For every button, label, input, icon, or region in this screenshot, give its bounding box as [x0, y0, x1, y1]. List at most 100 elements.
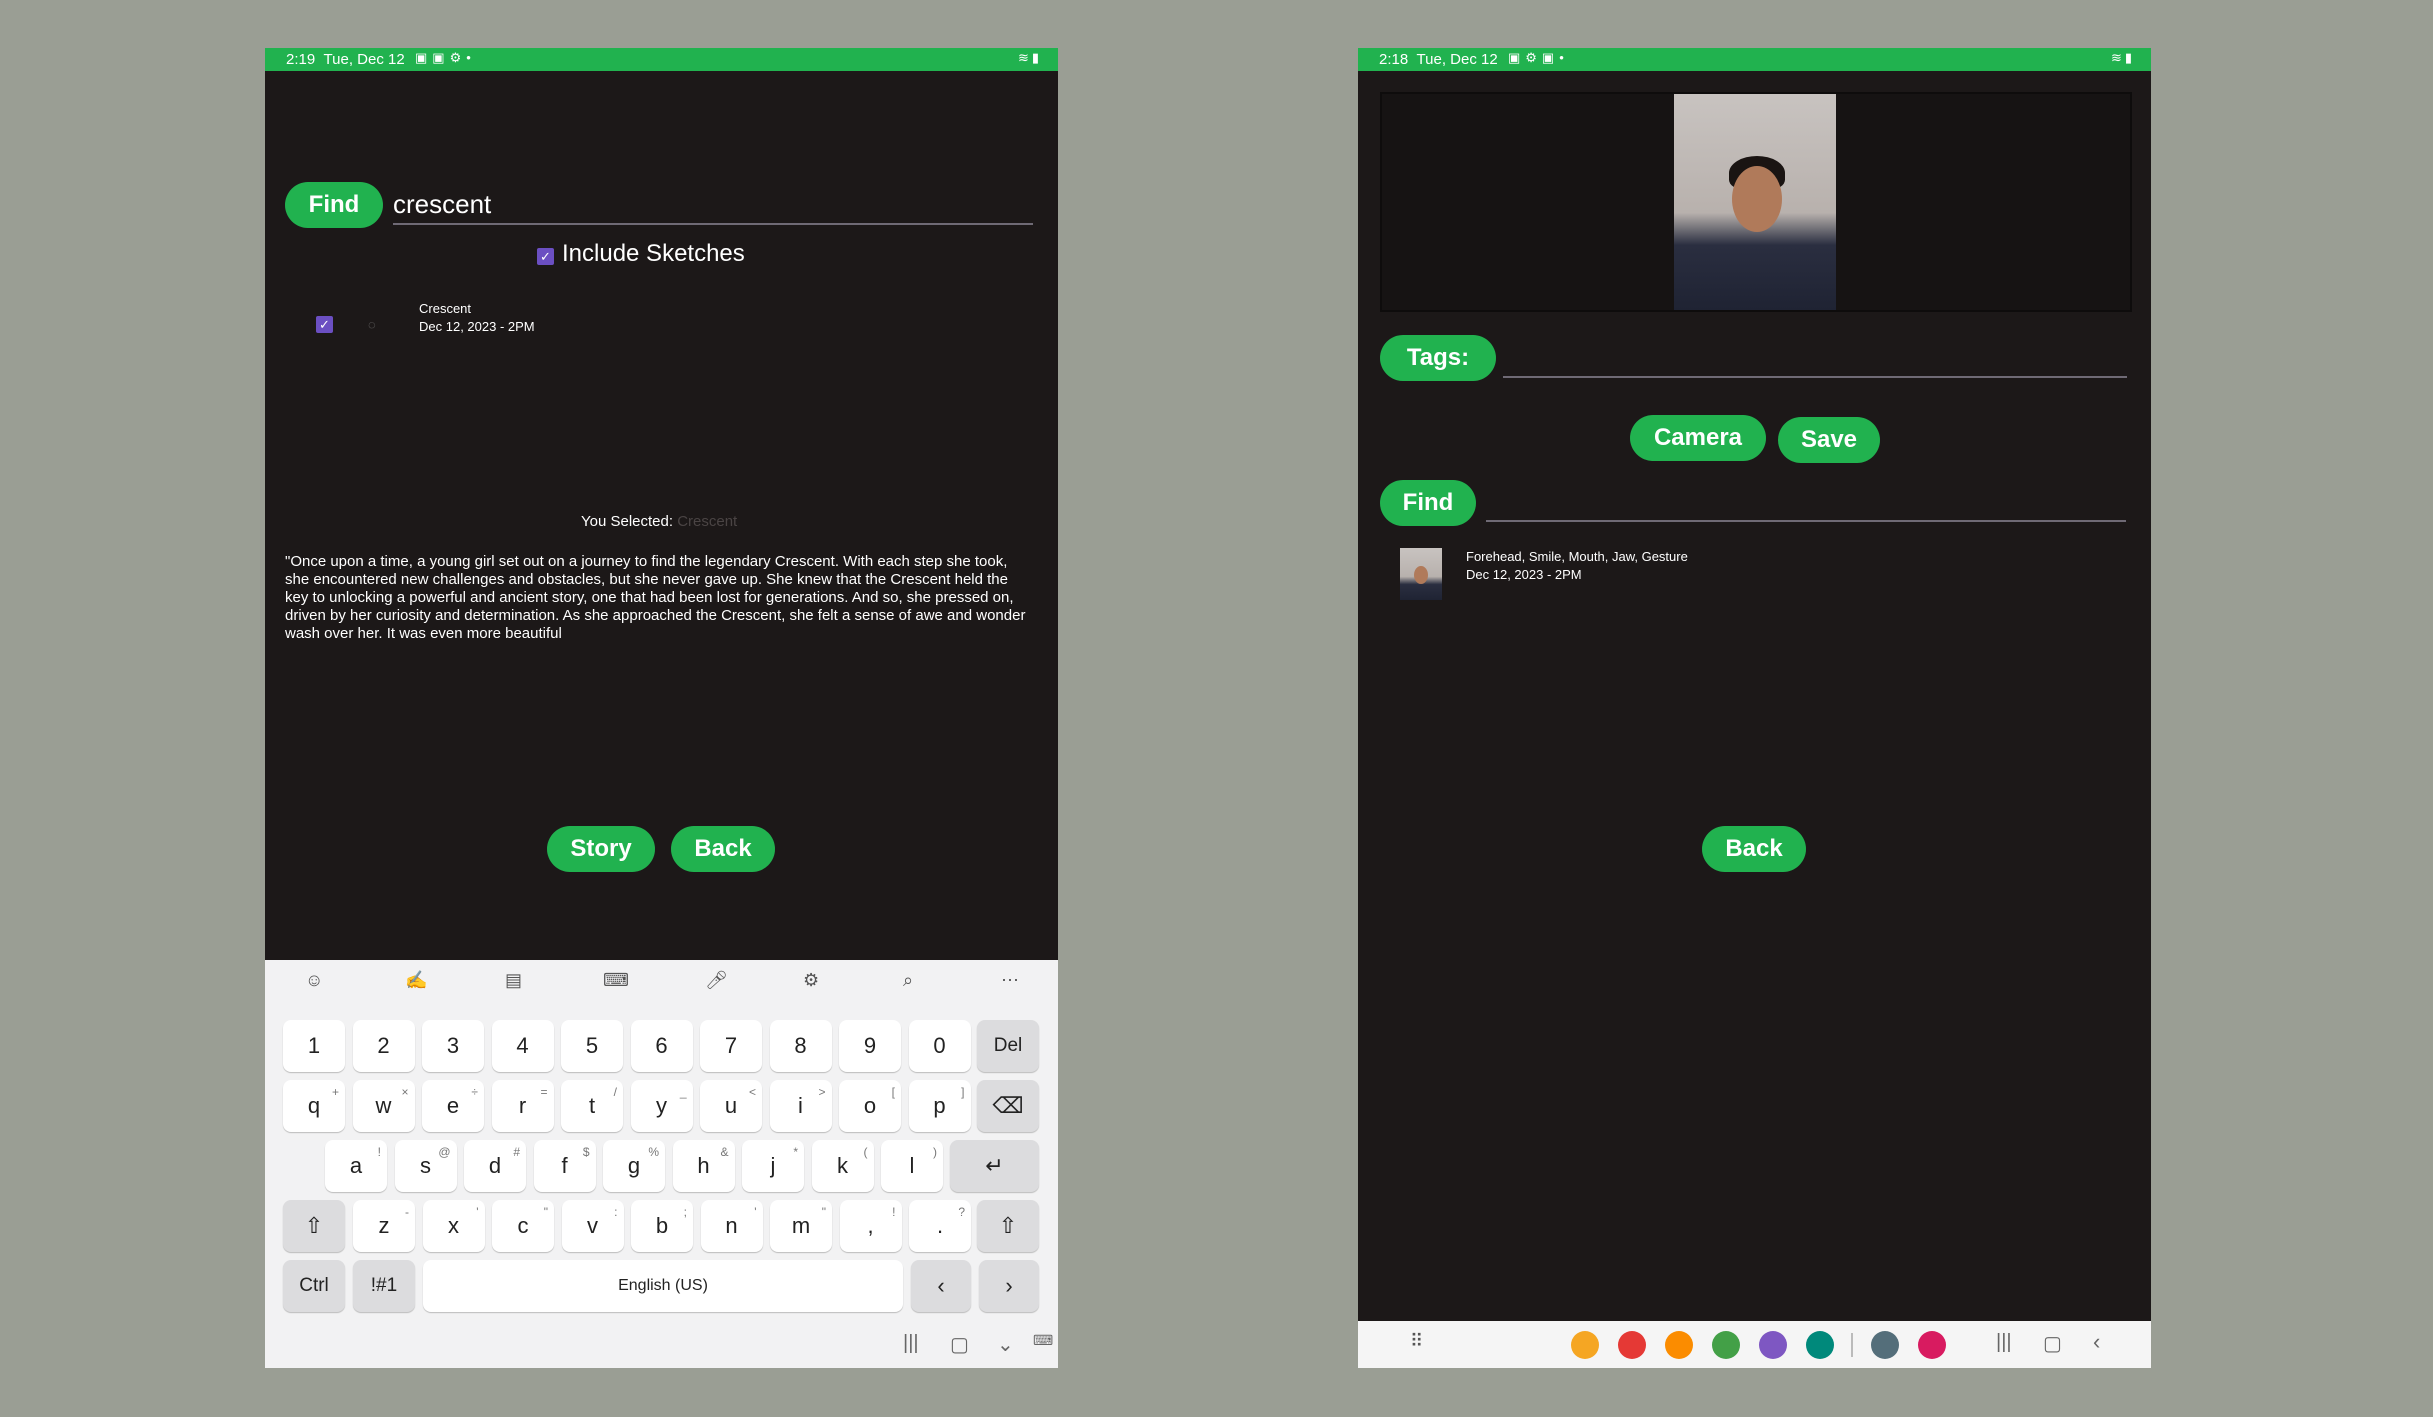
shift-right-key[interactable]: ⇧ — [977, 1200, 1039, 1252]
camera-button[interactable]: Camera — [1630, 415, 1766, 461]
key-e[interactable]: e ÷ — [422, 1080, 484, 1132]
result-thumbnail[interactable] — [1400, 548, 1442, 600]
shift-left-key[interactable]: ⇧ — [283, 1200, 345, 1252]
key-x[interactable]: x ' — [422, 1200, 485, 1252]
key-c[interactable]: c " — [492, 1200, 554, 1252]
key-k[interactable]: k( — [811, 1140, 874, 1192]
keyboard-switch-icon[interactable]: ⌨ — [1033, 1332, 1053, 1349]
result-title[interactable]: Crescent — [419, 300, 471, 318]
keyboard-layout-icon[interactable]: ⌨ — [603, 970, 629, 991]
key-i[interactable]: i > — [769, 1080, 832, 1132]
include-sketches-checkbox[interactable]: ✓ — [537, 248, 554, 265]
home-icon[interactable]: ▢ — [2043, 1331, 2062, 1356]
contacts-app-icon[interactable] — [1665, 1331, 1693, 1359]
key-p[interactable]: p] — [908, 1080, 971, 1132]
calendar-app-icon[interactable] — [1806, 1331, 1834, 1359]
key-secondary-label: - — [405, 1205, 409, 1219]
handwriting-icon[interactable]: ✍ — [405, 970, 427, 991]
key-1[interactable]: 1 — [283, 1020, 345, 1072]
key-8[interactable]: 8 — [769, 1020, 832, 1072]
key-a[interactable]: a! — [325, 1140, 387, 1192]
search-icon[interactable]: ⌕ — [903, 970, 913, 991]
key-secondary-label: [ — [891, 1085, 895, 1099]
space-key[interactable]: English (US) — [423, 1260, 903, 1312]
key-v[interactable]: v: — [561, 1200, 624, 1252]
key-d[interactable]: d # — [464, 1140, 526, 1192]
find-button[interactable]: Find — [1380, 480, 1476, 526]
result-date: Dec 12, 2023 - 2PM — [1466, 567, 1582, 582]
key-m[interactable]: m " — [770, 1200, 832, 1252]
wifi-battery-icon: ≋▮ — [1017, 50, 1042, 65]
ctrl-key[interactable]: Ctrl — [283, 1260, 345, 1312]
back-nav-icon[interactable]: ‹ — [2093, 1329, 2100, 1355]
key-period[interactable]: .? — [909, 1200, 971, 1252]
find-button[interactable]: Find — [285, 182, 383, 228]
key-secondary-label: @ — [438, 1145, 451, 1159]
more-icon[interactable]: ⋯ — [1001, 970, 1019, 991]
result-tags[interactable]: Forehead, Smile, Mouth, Jaw, Gesture — [1466, 548, 1688, 566]
home-icon[interactable]: ▢ — [950, 1332, 969, 1357]
key-2[interactable]: 2 — [352, 1020, 415, 1072]
captured-photo — [1674, 94, 1836, 310]
key-q[interactable]: q + — [283, 1080, 345, 1132]
key-f[interactable]: f $ — [533, 1140, 596, 1192]
story-button[interactable]: Story — [547, 826, 655, 872]
arrow-left-key[interactable]: ‹ — [911, 1260, 971, 1312]
key-w[interactable]: w × — [352, 1080, 415, 1132]
backspace-key[interactable]: ⌫ — [977, 1080, 1039, 1132]
emoji-icon[interactable]: ☺ — [305, 970, 323, 991]
status-bar: 2:18 Tue, Dec 12 ▣⚙▣• ≋▮ — [1358, 48, 2151, 71]
result-checkbox[interactable]: ✓ — [316, 316, 333, 333]
thumbnail-face — [1414, 566, 1428, 584]
key-g[interactable]: g% — [603, 1140, 665, 1192]
bixby-app-icon[interactable] — [1918, 1331, 1946, 1359]
key-b[interactable]: b; — [631, 1200, 693, 1252]
key-s[interactable]: s @ — [394, 1140, 457, 1192]
key-9[interactable]: 9 — [839, 1020, 901, 1072]
key-t[interactable]: t / — [561, 1080, 623, 1132]
key-h[interactable]: h & — [672, 1140, 735, 1192]
key-3[interactable]: 3 — [422, 1020, 484, 1072]
arrow-right-key[interactable]: › — [979, 1260, 1039, 1312]
navigation-bar: ||| ▢ ⌄ ⌨ — [265, 1322, 1058, 1368]
symbols-key[interactable]: !#1 — [353, 1260, 415, 1312]
app-drawer-icon[interactable]: ⠿ — [1410, 1331, 1423, 1352]
key-5[interactable]: 5 — [561, 1020, 623, 1072]
enter-key[interactable]: ↵ — [950, 1140, 1039, 1192]
recents-icon[interactable]: ||| — [903, 1332, 919, 1355]
key-6[interactable]: 6 — [630, 1020, 693, 1072]
key-secondary-label: ] — [961, 1085, 965, 1099]
key-secondary-label: " — [821, 1205, 826, 1219]
key-y[interactable]: y _ — [630, 1080, 693, 1132]
key-l[interactable]: l) — [881, 1140, 943, 1192]
back-button[interactable]: Back — [671, 826, 775, 872]
key-n[interactable]: n ' — [700, 1200, 763, 1252]
back-button[interactable]: Back — [1702, 826, 1806, 872]
key-secondary-label: $ — [582, 1145, 590, 1159]
notes-app-icon[interactable] — [1618, 1331, 1646, 1359]
tags-button[interactable]: Tags: — [1380, 335, 1496, 381]
settings-app-icon[interactable] — [1871, 1331, 1899, 1359]
search-input[interactable]: crescent — [393, 189, 491, 220]
key-secondary-label: ÷ — [471, 1085, 478, 1099]
key-u[interactable]: u < — [700, 1080, 762, 1132]
calculator-app-icon[interactable] — [1712, 1331, 1740, 1359]
settings-icon[interactable]: ⚙ — [803, 970, 819, 991]
internet-app-icon[interactable] — [1759, 1331, 1787, 1359]
clipboard-icon[interactable]: ▤ — [505, 970, 522, 991]
files-app-icon[interactable] — [1571, 1331, 1599, 1359]
key-z[interactable]: z- — [353, 1200, 415, 1252]
key-comma[interactable]: ,! — [839, 1200, 902, 1252]
del-key[interactable]: Del — [977, 1020, 1039, 1072]
key-j[interactable]: j * — [742, 1140, 804, 1192]
key-0[interactable]: 0 — [908, 1020, 971, 1072]
key-r[interactable]: r = — [491, 1080, 554, 1132]
key-7[interactable]: 7 — [700, 1020, 762, 1072]
microphone-icon[interactable]: 🎤︎ — [705, 970, 728, 991]
save-button[interactable]: Save — [1778, 417, 1880, 463]
hide-keyboard-icon[interactable]: ⌄ — [997, 1332, 1014, 1357]
key-o[interactable]: o[ — [839, 1080, 901, 1132]
key-4[interactable]: 4 — [491, 1020, 554, 1072]
key-secondary-label: ; — [683, 1205, 687, 1219]
recents-icon[interactable]: ||| — [1996, 1331, 2012, 1354]
